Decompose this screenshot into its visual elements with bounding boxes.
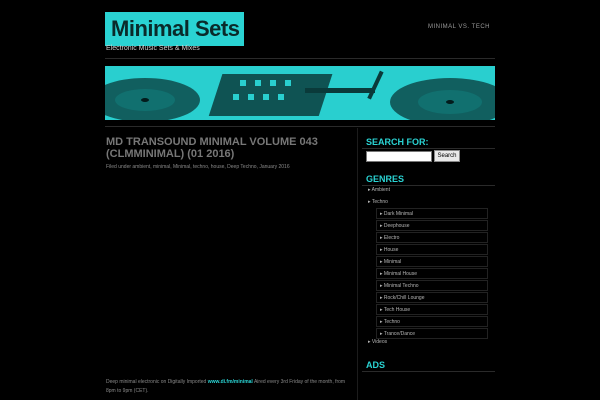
genre-item[interactable]: ▸ Techno: [368, 199, 388, 205]
top-nav: MINIMAL VS. TECH: [428, 24, 490, 30]
post-title[interactable]: MD TRANSOUND MINIMAL VOLUME 043 (CLMMINI…: [106, 136, 336, 160]
post-body-text: Deep minimal electronic on Digitally Imp…: [106, 379, 207, 385]
subgenre-item[interactable]: ▸ Dark Minimal: [376, 208, 488, 219]
subgenre-item[interactable]: ▸ House: [376, 244, 488, 255]
genres-heading-rule: [362, 185, 495, 186]
post-body: Deep minimal electronic on Digitally Imp…: [106, 378, 346, 396]
site-title: Minimal Sets: [111, 16, 240, 41]
site-tagline: Electronic Music Sets & Mixes: [106, 45, 200, 52]
search-button[interactable]: Search: [434, 150, 460, 162]
turntable-illustration: [105, 66, 495, 120]
search-input[interactable]: [366, 151, 432, 162]
top-nav-link[interactable]: MINIMAL VS. TECH: [428, 24, 490, 30]
sidebar-divider: [357, 128, 358, 400]
genre-item[interactable]: ▸ Ambient: [368, 187, 390, 193]
subgenre-item[interactable]: ▸ Rock/Chill Lounge: [376, 292, 488, 303]
subgenre-item[interactable]: ▸ Minimal: [376, 256, 488, 267]
post-body-link[interactable]: www.di.fm/minimal: [208, 379, 253, 385]
genres-heading: GENRES: [366, 174, 405, 184]
subgenre-item[interactable]: ▸ Trance/Dance: [376, 328, 488, 339]
subgenre-item[interactable]: ▸ Techno: [376, 316, 488, 327]
content-divider: [105, 126, 495, 127]
subgenre-item[interactable]: ▸ Electro: [376, 232, 488, 243]
subgenre-item[interactable]: ▸ Deephouse: [376, 220, 488, 231]
subgenre-item[interactable]: ▸ Minimal Techno: [376, 280, 488, 291]
search-heading-rule: [362, 148, 495, 149]
header-divider: [105, 58, 495, 59]
site-logo[interactable]: Minimal Sets: [105, 12, 244, 46]
subgenre-item[interactable]: ▸ Minimal House: [376, 268, 488, 279]
ads-heading: ADS: [366, 360, 386, 370]
post-meta: Filed under ambient, minimal, Minimal, t…: [106, 164, 290, 170]
search-heading: SEARCH FOR:: [366, 137, 429, 147]
subgenre-item[interactable]: ▸ Tech House: [376, 304, 488, 315]
genre-item[interactable]: ▸ Videos: [368, 339, 387, 345]
header-banner: [105, 66, 495, 120]
ads-heading-rule: [362, 371, 495, 372]
